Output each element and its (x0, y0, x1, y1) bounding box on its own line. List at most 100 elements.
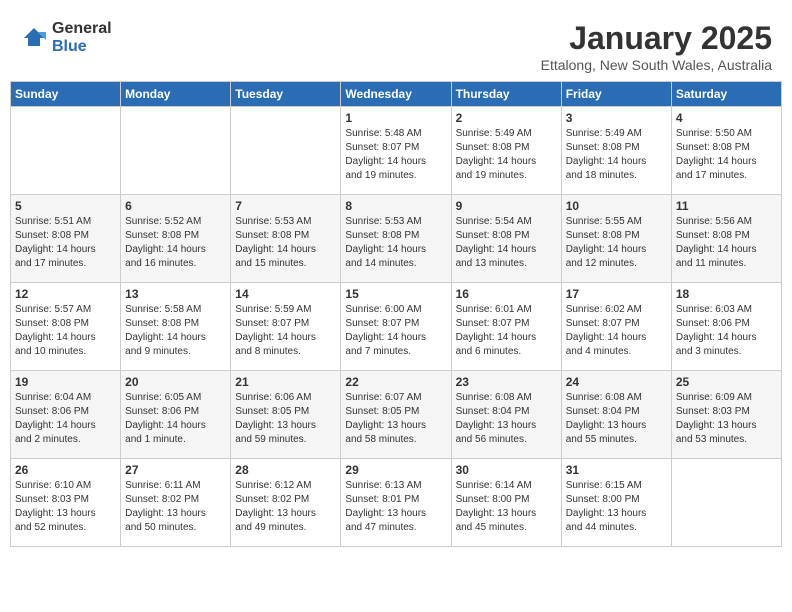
day-number: 17 (566, 287, 667, 301)
day-number: 13 (125, 287, 226, 301)
day-number: 6 (125, 199, 226, 213)
day-number: 3 (566, 111, 667, 125)
calendar-cell: 2 Sunrise: 5:49 AM Sunset: 8:08 PM Daylig… (451, 107, 561, 195)
day-number: 23 (456, 375, 557, 389)
day-number: 19 (15, 375, 116, 389)
calendar-cell: 20 Sunrise: 6:05 AM Sunset: 8:06 PM Dayli… (121, 371, 231, 459)
day-info: Sunrise: 6:13 AM Sunset: 8:01 PM Dayligh… (345, 479, 446, 535)
weekday-header-wednesday: Wednesday (341, 82, 451, 107)
month-title: January 2025 (541, 20, 772, 57)
calendar-cell: 1 Sunrise: 5:48 AM Sunset: 8:07 PM Daylig… (341, 107, 451, 195)
page-header: General Blue January 2025 Ettalong, New … (10, 10, 782, 81)
day-number: 26 (15, 463, 116, 477)
calendar-cell (11, 107, 121, 195)
calendar-cell: 25Sunrise: 6:09 AM Sunset: 8:03 PM Dayli… (671, 371, 781, 459)
day-info: Sunrise: 6:14 AM Sunset: 8:00 PM Dayligh… (456, 479, 557, 535)
day-info: Sunrise: 6:08 AM Sunset: 8:04 PM Dayligh… (456, 391, 557, 447)
calendar-cell: 4Sunrise: 5:50 AM Sunset: 8:08 PM Daylig… (671, 107, 781, 195)
day-info: Sunrise: 6:06 AM Sunset: 8:05 PM Dayligh… (235, 391, 336, 447)
day-number: 8 (345, 199, 446, 213)
day-info: Sunrise: 6:12 AM Sunset: 8:02 PM Dayligh… (235, 479, 336, 535)
day-info: Sunrise: 5:49 AM Sunset: 8:08 PM Dayligh… (456, 127, 557, 183)
calendar-cell: 31Sunrise: 6:15 AM Sunset: 8:00 PM Dayli… (561, 459, 671, 547)
day-number: 11 (676, 199, 777, 213)
calendar-cell: 16 Sunrise: 6:01 AM Sunset: 8:07 PM Dayli… (451, 283, 561, 371)
day-info: Sunrise: 6:10 AM Sunset: 8:03 PM Dayligh… (15, 479, 116, 535)
day-number: 14 (235, 287, 336, 301)
day-info: Sunrise: 6:03 AM Sunset: 8:06 PM Dayligh… (676, 303, 777, 359)
day-number: 28 (235, 463, 336, 477)
calendar-cell: 8 Sunrise: 5:53 AM Sunset: 8:08 PM Daylig… (341, 195, 451, 283)
weekday-header-sunday: Sunday (11, 82, 121, 107)
calendar-cell: 14 Sunrise: 5:59 AM Sunset: 8:07 PM Dayli… (231, 283, 341, 371)
week-row-1: 1 Sunrise: 5:48 AM Sunset: 8:07 PM Daylig… (11, 107, 782, 195)
day-info: Sunrise: 6:09 AM Sunset: 8:03 PM Dayligh… (676, 391, 777, 447)
day-info: Sunrise: 5:58 AM Sunset: 8:08 PM Dayligh… (125, 303, 226, 359)
week-row-3: 12 Sunrise: 5:57 AM Sunset: 8:08 PM Dayli… (11, 283, 782, 371)
calendar-cell: 7Sunrise: 5:53 AM Sunset: 8:08 PM Daylig… (231, 195, 341, 283)
day-info: Sunrise: 6:15 AM Sunset: 8:00 PM Dayligh… (566, 479, 667, 535)
day-info: Sunrise: 5:52 AM Sunset: 8:08 PM Dayligh… (125, 215, 226, 271)
calendar-cell (231, 107, 341, 195)
day-number: 22 (345, 375, 446, 389)
day-info: Sunrise: 6:05 AM Sunset: 8:06 PM Dayligh… (125, 391, 226, 447)
day-number: 1 (345, 111, 446, 125)
logo: General Blue (20, 20, 112, 55)
calendar-cell: 30Sunrise: 6:14 AM Sunset: 8:00 PM Dayli… (451, 459, 561, 547)
day-number: 16 (456, 287, 557, 301)
location: Ettalong, New South Wales, Australia (541, 57, 772, 73)
logo-blue: Blue (52, 38, 112, 56)
calendar-table: SundayMondayTuesdayWednesdayThursdayFrid… (10, 81, 782, 547)
day-info: Sunrise: 5:59 AM Sunset: 8:07 PM Dayligh… (235, 303, 336, 359)
day-number: 5 (15, 199, 116, 213)
calendar-cell: 5Sunrise: 5:51 AM Sunset: 8:08 PM Daylig… (11, 195, 121, 283)
logo-icon (20, 24, 48, 52)
day-number: 2 (456, 111, 557, 125)
day-info: Sunrise: 5:48 AM Sunset: 8:07 PM Dayligh… (345, 127, 446, 183)
day-number: 9 (456, 199, 557, 213)
calendar-cell: 17 Sunrise: 6:02 AM Sunset: 8:07 PM Dayli… (561, 283, 671, 371)
day-info: Sunrise: 5:57 AM Sunset: 8:08 PM Dayligh… (15, 303, 116, 359)
day-number: 20 (125, 375, 226, 389)
calendar-cell: 6 Sunrise: 5:52 AM Sunset: 8:08 PM Daylig… (121, 195, 231, 283)
calendar-cell (671, 459, 781, 547)
weekday-header-thursday: Thursday (451, 82, 561, 107)
week-row-2: 5Sunrise: 5:51 AM Sunset: 8:08 PM Daylig… (11, 195, 782, 283)
calendar-cell: 21 Sunrise: 6:06 AM Sunset: 8:05 PM Dayli… (231, 371, 341, 459)
day-number: 21 (235, 375, 336, 389)
day-info: Sunrise: 6:00 AM Sunset: 8:07 PM Dayligh… (345, 303, 446, 359)
calendar-cell: 10Sunrise: 5:55 AM Sunset: 8:08 PM Dayli… (561, 195, 671, 283)
calendar-cell: 22 Sunrise: 6:07 AM Sunset: 8:05 PM Dayli… (341, 371, 451, 459)
calendar-cell: 11 Sunrise: 5:56 AM Sunset: 8:08 PM Dayli… (671, 195, 781, 283)
calendar-cell: 15 Sunrise: 6:00 AM Sunset: 8:07 PM Dayli… (341, 283, 451, 371)
day-info: Sunrise: 6:11 AM Sunset: 8:02 PM Dayligh… (125, 479, 226, 535)
day-info: Sunrise: 6:02 AM Sunset: 8:07 PM Dayligh… (566, 303, 667, 359)
calendar-cell: 13 Sunrise: 5:58 AM Sunset: 8:08 PM Dayli… (121, 283, 231, 371)
weekday-header-friday: Friday (561, 82, 671, 107)
day-number: 12 (15, 287, 116, 301)
logo-general: General (52, 20, 112, 38)
logo-text: General Blue (52, 20, 112, 55)
weekday-header-row: SundayMondayTuesdayWednesdayThursdayFrid… (11, 82, 782, 107)
calendar-cell: 24 Sunrise: 6:08 AM Sunset: 8:04 PM Dayli… (561, 371, 671, 459)
calendar-cell: 26 Sunrise: 6:10 AM Sunset: 8:03 PM Dayli… (11, 459, 121, 547)
day-info: Sunrise: 5:56 AM Sunset: 8:08 PM Dayligh… (676, 215, 777, 271)
day-info: Sunrise: 5:50 AM Sunset: 8:08 PM Dayligh… (676, 127, 777, 183)
calendar-cell: 19Sunrise: 6:04 AM Sunset: 8:06 PM Dayli… (11, 371, 121, 459)
day-number: 15 (345, 287, 446, 301)
day-number: 29 (345, 463, 446, 477)
day-info: Sunrise: 6:07 AM Sunset: 8:05 PM Dayligh… (345, 391, 446, 447)
weekday-header-tuesday: Tuesday (231, 82, 341, 107)
calendar-cell (121, 107, 231, 195)
day-info: Sunrise: 6:01 AM Sunset: 8:07 PM Dayligh… (456, 303, 557, 359)
day-info: Sunrise: 5:55 AM Sunset: 8:08 PM Dayligh… (566, 215, 667, 271)
calendar-cell: 3 Sunrise: 5:49 AM Sunset: 8:08 PM Daylig… (561, 107, 671, 195)
day-info: Sunrise: 5:53 AM Sunset: 8:08 PM Dayligh… (345, 215, 446, 271)
day-number: 24 (566, 375, 667, 389)
weekday-header-saturday: Saturday (671, 82, 781, 107)
calendar-cell: 27Sunrise: 6:11 AM Sunset: 8:02 PM Dayli… (121, 459, 231, 547)
weekday-header-monday: Monday (121, 82, 231, 107)
day-number: 7 (235, 199, 336, 213)
day-info: Sunrise: 5:49 AM Sunset: 8:08 PM Dayligh… (566, 127, 667, 183)
day-info: Sunrise: 6:08 AM Sunset: 8:04 PM Dayligh… (566, 391, 667, 447)
